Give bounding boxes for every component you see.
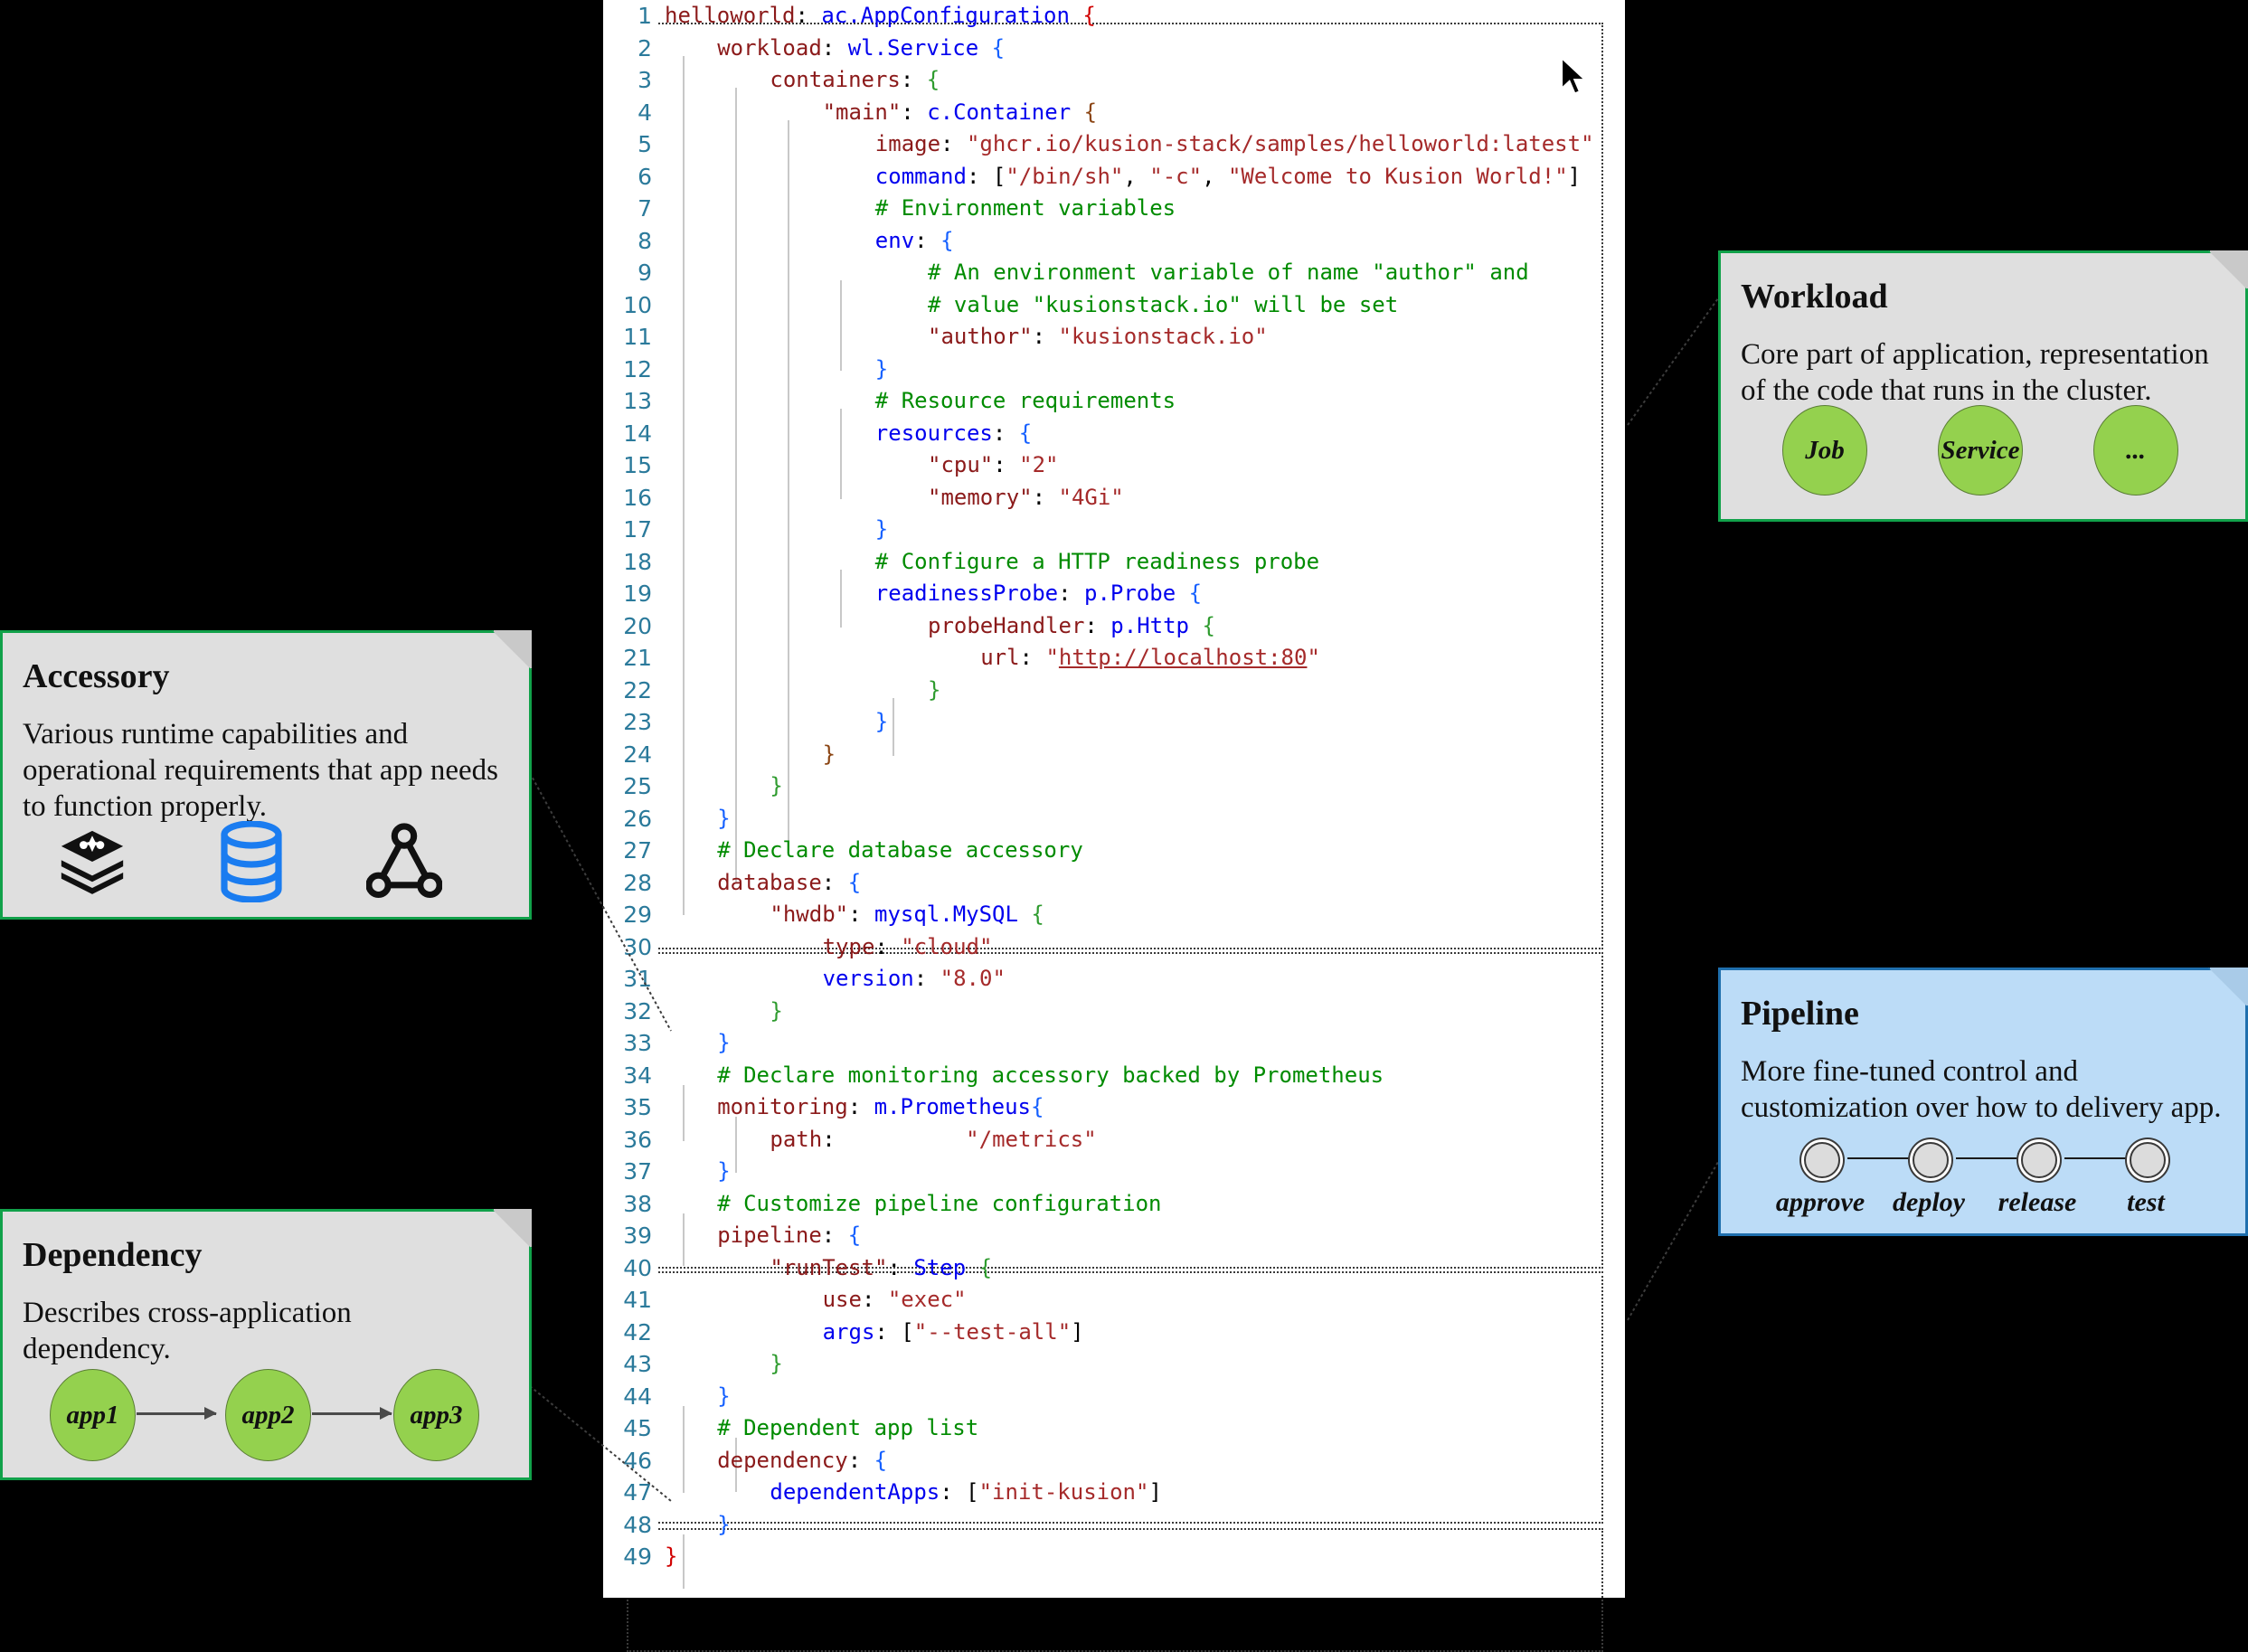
- workload-kind-node[interactable]: Job: [1782, 405, 1867, 496]
- pipeline-stage-node[interactable]: [2021, 1142, 2057, 1178]
- dependency-arrow: [137, 1407, 217, 1420]
- pipeline-stage-node[interactable]: [1913, 1142, 1949, 1178]
- pipeline-stage-node[interactable]: [2130, 1142, 2166, 1178]
- database-icon: [221, 821, 282, 902]
- pipeline-stage-label: approve: [1775, 1187, 1865, 1217]
- callout-body: More fine-tuned control and customizatio…: [1741, 1055, 2222, 1124]
- dependency-node[interactable]: app3: [393, 1369, 479, 1461]
- pipeline-stages: approve deploy release test: [1721, 1131, 2245, 1222]
- layers-icon: [61, 830, 124, 894]
- workload-kind-node[interactable]: ...: [2093, 405, 2178, 496]
- callout-dependency[interactable]: Dependency Describes cross-application d…: [0, 1209, 532, 1480]
- pipeline-arrow: [2064, 1153, 2136, 1164]
- callout-pipeline[interactable]: Pipeline More fine-tuned control and cus…: [1718, 968, 2248, 1236]
- pipeline-arrow: [1847, 1153, 1919, 1164]
- callout-body: Describes cross-application dependency.: [23, 1297, 352, 1365]
- callout-title: Dependency: [23, 1236, 203, 1274]
- workload-kinds: Job Service ...: [1721, 401, 2245, 501]
- pipeline-stage-node[interactable]: [1804, 1142, 1840, 1178]
- pipeline-stage-label: deploy: [1893, 1187, 1965, 1217]
- network-graph-icon: [366, 823, 442, 899]
- dependency-graph: app1 app2 app3: [3, 1362, 529, 1470]
- dependency-arrow: [312, 1407, 392, 1420]
- accessory-icons: [3, 821, 529, 902]
- dependency-node[interactable]: app2: [225, 1369, 311, 1461]
- pipeline-arrow: [1956, 1153, 2027, 1164]
- dependency-node[interactable]: app1: [50, 1369, 136, 1461]
- pipeline-stage-label: release: [1998, 1187, 2077, 1217]
- callout-accessory[interactable]: Accessory Various runtime capabilities a…: [0, 630, 532, 920]
- callout-workload[interactable]: Workload Core part of application, repre…: [1718, 250, 2248, 522]
- workload-kind-node[interactable]: Service: [1938, 405, 2023, 496]
- callout-body: Core part of application, representation…: [1741, 338, 2209, 407]
- callout-title: Accessory: [23, 657, 170, 695]
- callout-title: Pipeline: [1741, 995, 1859, 1033]
- callout-body: Various runtime capabilities and operati…: [23, 718, 498, 823]
- pipeline-stage-label: test: [2127, 1187, 2165, 1217]
- callout-title: Workload: [1741, 278, 1888, 316]
